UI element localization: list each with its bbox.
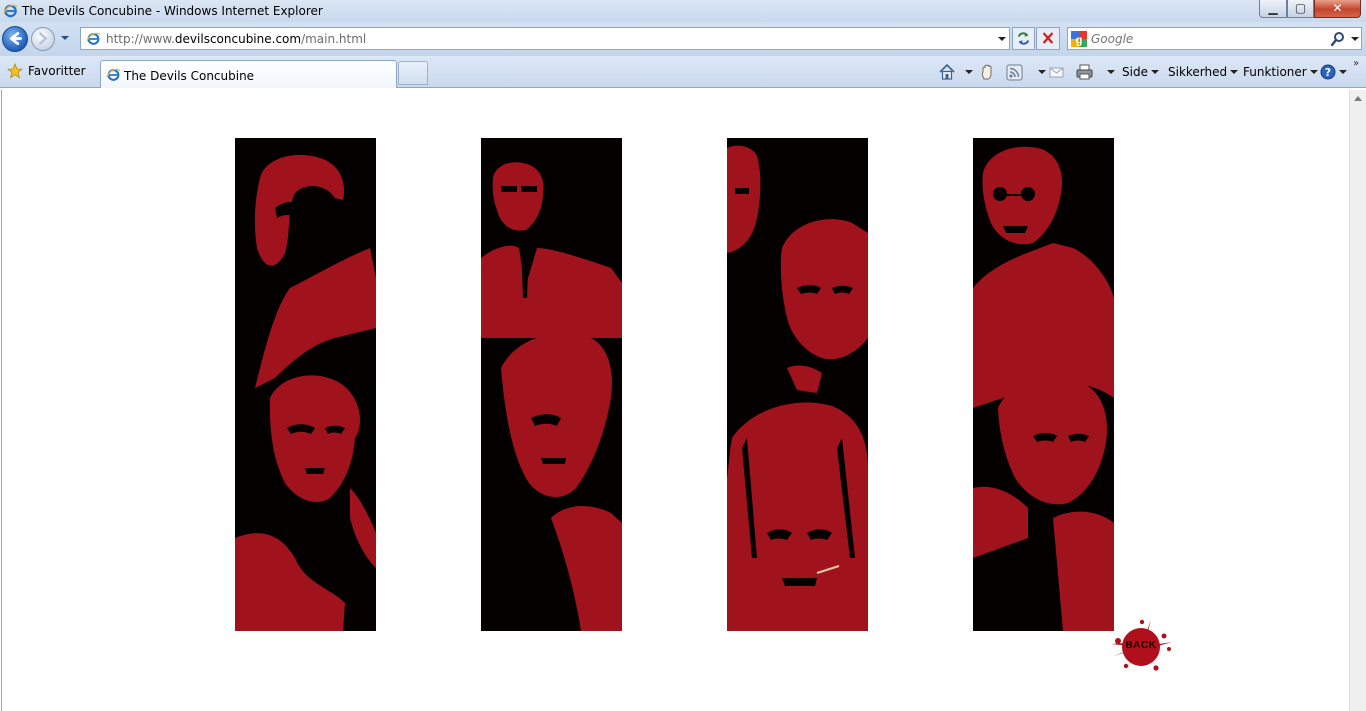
- ie-icon: [106, 68, 121, 81]
- feeds-dropdown-icon[interactable]: [1038, 70, 1046, 74]
- page-content: BACK: [1, 90, 1349, 711]
- home-button[interactable]: [938, 62, 973, 82]
- refresh-button[interactable]: [1012, 27, 1035, 50]
- print-button[interactable]: [1075, 62, 1115, 82]
- navigation-bar: http://www.devilsconcubine.com/main.html…: [0, 22, 1366, 56]
- character-artwork-3: [727, 145, 868, 631]
- stop-icon: [1043, 32, 1053, 44]
- scroll-up-arrow-icon[interactable]: [1354, 96, 1362, 101]
- research-button[interactable]: [979, 62, 997, 82]
- more-commands-chevron-icon[interactable]: »: [1353, 58, 1359, 69]
- google-icon: g: [1071, 31, 1087, 47]
- back-arrow-icon: [9, 32, 22, 45]
- maximize-icon: ▢: [1294, 1, 1307, 15]
- search-dropdown-icon[interactable]: [1350, 35, 1360, 43]
- svg-text:?: ?: [1325, 66, 1331, 79]
- stop-button[interactable]: [1036, 27, 1060, 50]
- feeds-button[interactable]: [1006, 62, 1046, 82]
- safety-menu[interactable]: Sikkerhed: [1168, 62, 1239, 82]
- new-tab-button[interactable]: [398, 61, 428, 85]
- vertical-scrollbar[interactable]: [1349, 90, 1366, 711]
- close-icon: ✕: [1332, 1, 1343, 15]
- page-menu-label: Side: [1122, 65, 1148, 79]
- address-dropdown-icon[interactable]: [997, 35, 1007, 43]
- character-artwork-2: [481, 162, 622, 631]
- favorites-button[interactable]: Favoritter: [3, 60, 92, 82]
- refresh-icon: [1017, 32, 1030, 45]
- safety-menu-dropdown-icon: [1230, 70, 1239, 74]
- help-icon: ?: [1320, 64, 1336, 80]
- tools-menu[interactable]: Funktioner: [1243, 62, 1318, 82]
- address-url[interactable]: http://www.devilsconcubine.com/main.html: [106, 32, 366, 46]
- tab-bar: Favoritter The Devils Concubine Side Sik…: [0, 56, 1366, 88]
- minimize-button[interactable]: ▁: [1259, 0, 1287, 18]
- mail-icon: [1049, 67, 1064, 77]
- home-icon: [939, 63, 955, 80]
- character-artwork-1: [235, 154, 376, 631]
- mail-button[interactable]: [1048, 62, 1065, 82]
- recent-pages-dropdown[interactable]: [59, 32, 71, 44]
- print-icon: [1076, 64, 1093, 80]
- hand-icon: [981, 64, 992, 80]
- character-panel-4[interactable]: [973, 138, 1114, 631]
- safety-menu-label: Sikkerhed: [1168, 65, 1228, 79]
- forward-arrow-icon: [39, 32, 48, 45]
- back-button[interactable]: [2, 26, 28, 52]
- home-dropdown-icon[interactable]: [965, 70, 973, 74]
- minimize-icon: ▁: [1268, 1, 1278, 15]
- rss-icon: [1006, 64, 1023, 80]
- character-panel-2[interactable]: [481, 138, 622, 631]
- forward-button[interactable]: [31, 27, 55, 51]
- search-icon[interactable]: [1330, 31, 1346, 47]
- title-bar: The Devils Concubine - Windows Internet …: [0, 0, 1366, 22]
- maximize-button[interactable]: ▢: [1287, 0, 1314, 18]
- character-panel-1[interactable]: [235, 138, 376, 631]
- address-bar[interactable]: http://www.devilsconcubine.com/main.html: [80, 27, 1010, 50]
- star-icon: [7, 63, 23, 79]
- favorites-label: Favoritter: [28, 64, 86, 78]
- svg-text:g: g: [1076, 35, 1083, 47]
- page-menu-dropdown-icon: [1150, 70, 1159, 74]
- search-box[interactable]: g: [1067, 27, 1362, 50]
- window-title: The Devils Concubine - Windows Internet …: [22, 4, 323, 18]
- tools-menu-dropdown-icon: [1309, 70, 1318, 74]
- page-icon: [86, 32, 101, 45]
- help-menu[interactable]: ?: [1320, 62, 1347, 82]
- url-domain: devilsconcubine.com: [174, 32, 302, 46]
- back-link[interactable]: BACK: [1106, 616, 1176, 676]
- character-panel-3[interactable]: [727, 138, 868, 631]
- print-dropdown-icon[interactable]: [1107, 70, 1115, 74]
- page-menu[interactable]: Side: [1122, 62, 1159, 82]
- help-dropdown-icon: [1339, 70, 1347, 74]
- tools-menu-label: Funktioner: [1243, 65, 1307, 79]
- url-path: /main.html: [301, 32, 367, 46]
- tab-label: The Devils Concubine: [124, 69, 255, 83]
- search-input[interactable]: [1091, 30, 1321, 47]
- close-button[interactable]: ✕: [1314, 0, 1361, 18]
- tab-the-devils-concubine[interactable]: The Devils Concubine: [100, 60, 397, 88]
- character-artwork-4: [973, 146, 1114, 631]
- url-prefix: http://www.: [106, 32, 175, 46]
- ie-icon: [3, 4, 18, 18]
- back-label: BACK: [1125, 640, 1157, 651]
